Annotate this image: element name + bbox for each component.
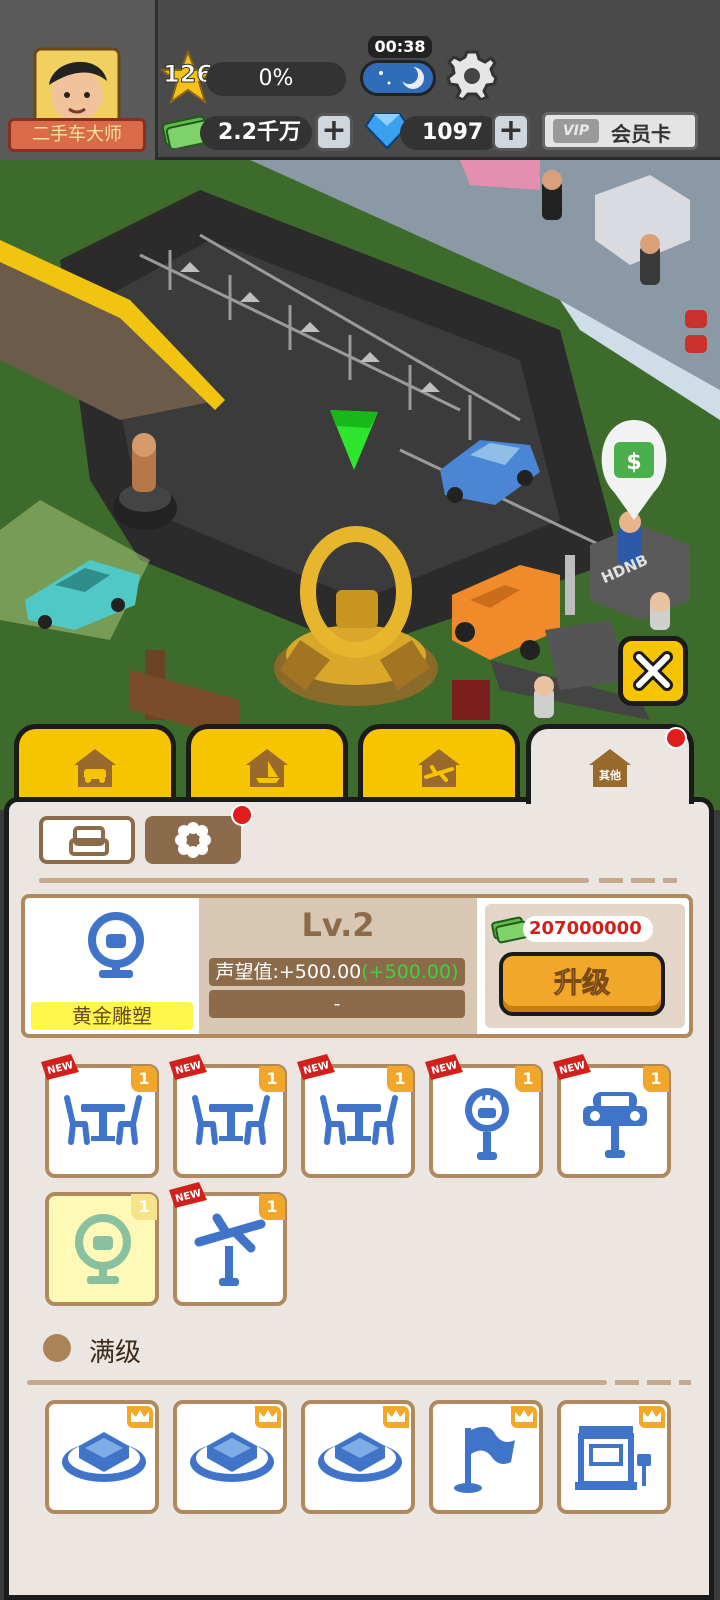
upgrade-box: 207000000 升级 <box>485 904 685 1028</box>
selected-item-name: 黄金雕塑 <box>31 1002 193 1030</box>
close-button[interactable] <box>618 636 688 706</box>
selected-item-detail: 黄金雕塑 Lv.2 声望值:+500.00(+500.00) - 2070000… <box>21 894 693 1038</box>
moon-icon <box>379 66 424 89</box>
item-card[interactable]: 1 <box>45 1192 159 1306</box>
item-count-badge: 1 <box>131 1194 157 1220</box>
item-card[interactable]: 1 NEW <box>41 1054 159 1178</box>
avatar[interactable] <box>33 47 121 127</box>
table-chairs-icon <box>63 1084 143 1158</box>
divider <box>27 1380 607 1385</box>
steering-wheel-statue-icon <box>88 912 144 978</box>
tab-other-notification-dot <box>665 727 687 749</box>
item-count-badge: 1 <box>387 1066 413 1092</box>
build-panel: 黄金雕塑 Lv.2 声望值:+500.00(+500.00) - 2070000… <box>4 797 714 1600</box>
item-count-badge: 1 <box>515 1066 541 1092</box>
table-chairs-icon <box>191 1084 271 1158</box>
reputation-bonus: (+500.00) <box>361 961 459 983</box>
secondary-stat: - <box>209 990 465 1018</box>
max-level-item-card[interactable] <box>429 1400 543 1514</box>
timer: 00:38 <box>368 36 432 58</box>
subtab-furniture[interactable] <box>39 816 135 864</box>
item-count-badge: 1 <box>259 1066 285 1092</box>
player-title: 二手车大师 <box>8 118 146 152</box>
tab-plane[interactable] <box>358 724 520 804</box>
upgrade-button[interactable]: 升级 <box>499 952 665 1016</box>
vip-label: 会员卡 <box>611 122 671 146</box>
crown-icon <box>511 1406 537 1428</box>
plane-sign-icon <box>191 1212 271 1296</box>
divider <box>39 878 589 883</box>
table-chairs-icon <box>319 1084 399 1158</box>
max-level-title: 满级 <box>89 1338 142 1368</box>
shop-building-icon <box>571 1418 655 1502</box>
new-tag: NEW <box>553 1054 591 1080</box>
divider-dash <box>647 1380 671 1385</box>
flag-icon <box>443 1418 523 1502</box>
crown-icon <box>127 1406 153 1428</box>
day-night-toggle[interactable] <box>360 60 436 96</box>
sofa-icon <box>69 826 109 856</box>
item-count-badge: 1 <box>259 1194 285 1220</box>
platform-icon <box>315 1418 405 1492</box>
close-icon <box>633 651 673 691</box>
avatar-panel[interactable]: 二手车大师 <box>0 0 158 160</box>
diamond-amount: 1097 <box>400 116 500 150</box>
divider-dash <box>599 878 623 883</box>
vip-card-button[interactable]: VIP 会员卡 <box>542 112 698 150</box>
crown-icon <box>639 1406 665 1428</box>
item-card[interactable]: 1 NEW <box>553 1054 671 1178</box>
coffee-sign-icon <box>447 1084 527 1168</box>
vip-badge: VIP <box>553 119 599 143</box>
platform-icon <box>187 1418 277 1492</box>
item-count-badge: 1 <box>643 1066 669 1092</box>
boat-house-icon <box>246 749 288 787</box>
platform-icon <box>59 1418 149 1492</box>
reputation-value: 声望值:+500.00 <box>215 961 362 983</box>
item-stats: Lv.2 声望值:+500.00(+500.00) - <box>199 898 477 1034</box>
crown-icon <box>383 1406 409 1428</box>
item-card[interactable]: 1 NEW <box>425 1054 543 1178</box>
new-tag: NEW <box>41 1054 79 1080</box>
item-level: Lv.2 <box>301 906 375 944</box>
car-sign-icon <box>575 1084 655 1168</box>
tab-car[interactable] <box>14 724 176 804</box>
new-tag: NEW <box>297 1054 335 1080</box>
max-level-item-card[interactable] <box>45 1400 159 1514</box>
divider-dash <box>615 1380 639 1385</box>
item-count-badge: 1 <box>131 1066 157 1092</box>
level-progress-text: 0% <box>258 66 294 91</box>
add-diamond-button[interactable]: + <box>492 113 530 151</box>
settings-gear-icon[interactable] <box>446 48 498 100</box>
tab-other[interactable]: 其他 <box>526 724 694 804</box>
section-bullet <box>43 1334 71 1362</box>
tab-boat[interactable] <box>186 724 348 804</box>
divider-dash <box>631 878 655 883</box>
flower-icon <box>175 822 211 858</box>
car-house-icon <box>74 749 116 787</box>
max-level-item-card[interactable] <box>173 1400 287 1514</box>
subtab-decoration[interactable] <box>145 804 253 864</box>
add-cash-button[interactable]: + <box>315 113 353 151</box>
max-level-item-card[interactable] <box>301 1400 415 1514</box>
svg-text:$: $ <box>626 450 641 475</box>
decoration-notification-dot <box>231 804 253 826</box>
item-card[interactable]: 1 NEW <box>297 1054 415 1178</box>
plane-house-icon <box>418 749 460 787</box>
new-tag: NEW <box>169 1054 207 1080</box>
divider-dash <box>663 878 677 883</box>
item-card[interactable]: 1 NEW <box>169 1182 287 1306</box>
upgrade-cost: 207000000 <box>523 916 653 942</box>
cash-amount: 2.2千万 <box>200 116 312 150</box>
tab-other-label: 其他 <box>599 769 621 782</box>
new-tag: NEW <box>425 1054 463 1080</box>
steering-wheel-statue-icon <box>63 1212 143 1296</box>
new-tag: NEW <box>169 1182 207 1208</box>
max-level-item-card[interactable] <box>557 1400 671 1514</box>
reputation-row: 声望值:+500.00(+500.00) <box>209 958 465 986</box>
divider-dash <box>679 1380 691 1385</box>
item-card[interactable]: 1 NEW <box>169 1054 287 1178</box>
level-progress-bar: 0% <box>206 62 346 96</box>
crown-icon <box>255 1406 281 1428</box>
